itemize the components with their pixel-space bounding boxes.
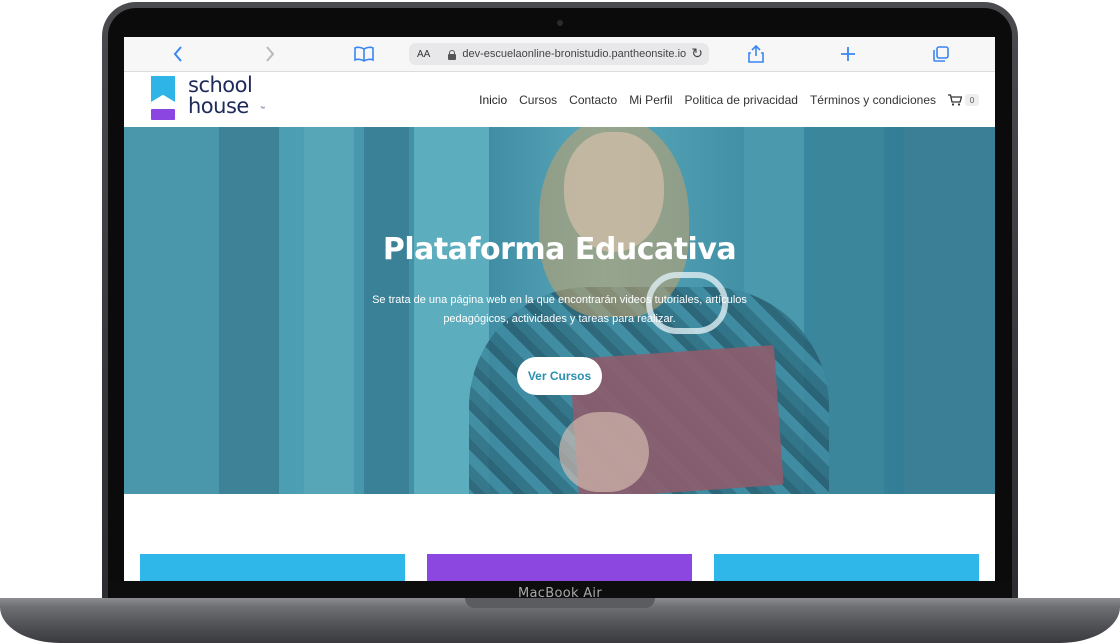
browser-screen: AA dev-escuelaonline-bronistudio.pantheo… (124, 37, 995, 581)
hero-bg-plank (304, 127, 354, 494)
nav-item-mi-perfil[interactable]: Mi Perfil (629, 93, 672, 107)
reload-icon[interactable]: ↻ (691, 45, 703, 62)
share-button[interactable] (744, 43, 768, 65)
url-text: dev-escuelaonline-bronistudio.pantheonsi… (462, 48, 687, 60)
feature-card[interactable] (714, 554, 979, 581)
nav-item-terminos[interactable]: Términos y condiciones (810, 93, 936, 107)
new-tab-button[interactable] (836, 43, 860, 65)
hero-photo-hand (559, 412, 649, 492)
logo-icon[interactable] (151, 76, 175, 120)
cart-icon (948, 94, 962, 106)
logo-trademark: ™ (260, 106, 265, 112)
logo-bookmark-shape (151, 76, 175, 102)
ver-cursos-button[interactable]: Ver Cursos (517, 357, 602, 395)
logo-wordmark[interactable]: school house (188, 73, 253, 118)
chevron-right-icon (266, 46, 275, 62)
hero-title: Plataforma Educativa (382, 232, 737, 267)
forward-button[interactable] (258, 43, 282, 65)
lock-icon (448, 49, 457, 60)
feature-card[interactable] (140, 554, 405, 581)
text-size-button[interactable]: AA (417, 49, 430, 60)
nav-item-inicio[interactable]: Inicio (479, 93, 507, 107)
logo-line1: school (188, 73, 253, 97)
site-header: school house ™ Inicio Cursos Contacto Mi… (124, 72, 995, 127)
tabs-button[interactable] (929, 43, 953, 65)
bookmarks-button[interactable] (352, 43, 376, 65)
browser-toolbar: AA dev-escuelaonline-bronistudio.pantheo… (124, 37, 995, 72)
hero-bg-plank (219, 127, 279, 494)
back-button[interactable] (166, 43, 190, 65)
nav-item-privacidad[interactable]: Politica de privacidad (685, 93, 798, 107)
plus-icon (841, 47, 855, 61)
chevron-left-icon (173, 46, 182, 62)
hero-bg-plank (904, 127, 995, 494)
laptop-base-notch (465, 598, 655, 608)
logo-line2: house (188, 94, 249, 118)
tabs-icon (933, 46, 949, 62)
logo-base-shape (151, 109, 175, 120)
cart-count-badge: 0 (965, 94, 979, 106)
nav-item-cursos[interactable]: Cursos (519, 93, 557, 107)
main-nav: Inicio Cursos Contacto Mi Perfil Politic… (467, 93, 979, 107)
nav-item-contacto[interactable]: Contacto (569, 93, 617, 107)
address-bar[interactable]: AA dev-escuelaonline-bronistudio.pantheo… (409, 43, 709, 65)
hero-subtitle: Se trata de una página web en la que enc… (372, 294, 747, 325)
share-icon (748, 45, 764, 63)
feature-card[interactable] (427, 554, 692, 581)
book-icon (354, 46, 374, 62)
camera-icon (557, 20, 563, 26)
hero-banner: Plataforma Educativa Se trata de una pág… (124, 127, 995, 494)
cart-button[interactable]: 0 (948, 94, 979, 106)
hero-bg-plank (124, 127, 219, 494)
